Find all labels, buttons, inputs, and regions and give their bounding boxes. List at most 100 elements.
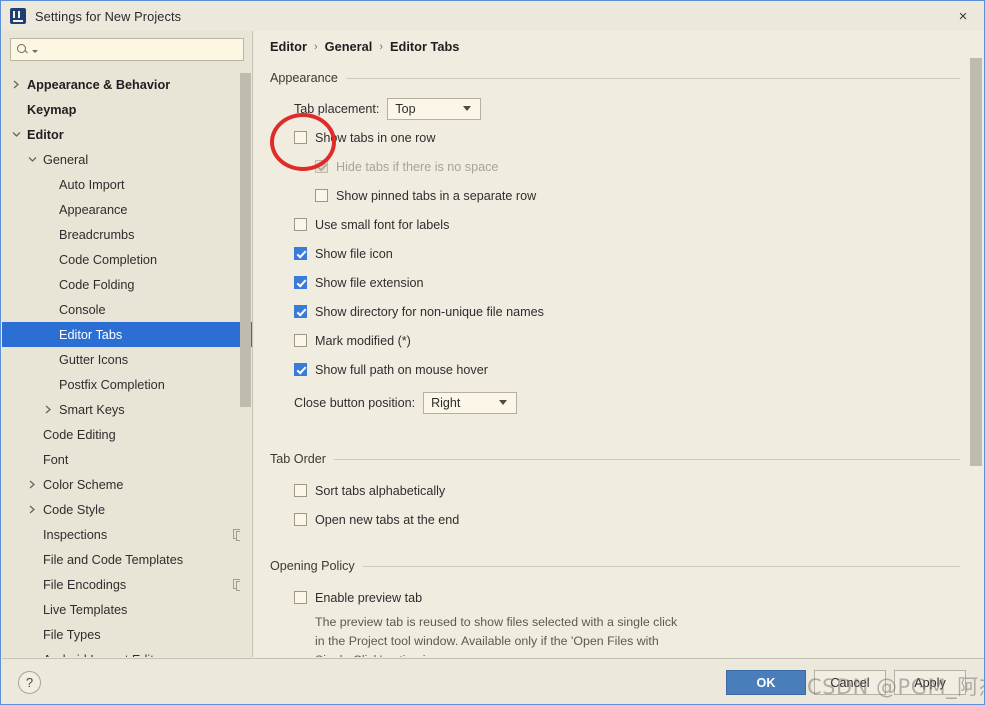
breadcrumb-item-editor-tabs: Editor Tabs: [389, 39, 460, 54]
section-tab-order: Tab Order Sort tabs alphabetically Open n…: [270, 451, 960, 534]
search-container: [2, 31, 252, 61]
breadcrumb-item-general[interactable]: General: [325, 39, 373, 54]
sidebar-item-general[interactable]: General: [2, 147, 252, 172]
sidebar-item-code-completion[interactable]: Code Completion: [2, 247, 252, 272]
sidebar-item-color-scheme[interactable]: Color Scheme: [2, 472, 252, 497]
checkbox-label[interactable]: Show file extension: [315, 276, 424, 290]
option-row: Mark modified (*): [270, 326, 960, 355]
close-button-position-row: Close button position: Right: [270, 388, 960, 417]
chevron-down-icon[interactable]: [26, 156, 39, 163]
close-button-position-dropdown[interactable]: Right: [423, 391, 518, 414]
checkbox-sort-tabs-alphabetically[interactable]: [294, 484, 307, 497]
option-row: Use small font for labels: [270, 210, 960, 239]
checkbox-label[interactable]: Mark modified (*): [315, 334, 411, 348]
title-bar: Settings for New Projects ×: [1, 1, 984, 31]
chevron-right-icon[interactable]: [42, 405, 55, 414]
sidebar-item-android-layout-editor[interactable]: Android Layout Editor: [2, 647, 252, 658]
sidebar-item-label: Keymap: [27, 102, 77, 117]
option-row: Sort tabs alphabetically: [270, 476, 960, 505]
sidebar-item-live-templates[interactable]: Live Templates: [2, 597, 252, 622]
option-row: Enable preview tab: [270, 583, 960, 612]
sidebar-item-label: Gutter Icons: [59, 352, 129, 367]
sidebar-item-label: Font: [43, 452, 69, 467]
sidebar-item-keymap[interactable]: Keymap: [2, 97, 252, 122]
chevron-right-icon[interactable]: [10, 80, 23, 89]
sidebar-item-font[interactable]: Font: [2, 447, 252, 472]
sidebar-item-label: Android Layout Editor: [43, 653, 165, 658]
sidebar-item-label: File Types: [43, 627, 101, 642]
window-title: Settings for New Projects: [35, 8, 182, 24]
option-row: Show tabs in one row: [270, 123, 960, 152]
checkbox-open-new-tabs-at-the-end[interactable]: [294, 513, 307, 526]
sidebar-item-smart-keys[interactable]: Smart Keys: [2, 397, 252, 422]
tab-placement-dropdown[interactable]: Top: [387, 97, 482, 120]
checkbox-label[interactable]: Open new tabs at the end: [315, 513, 459, 527]
sidebar-item-file-encodings[interactable]: File Encodings: [2, 572, 252, 597]
breadcrumb-separator: ›: [313, 40, 318, 53]
sidebar-item-file-and-code-templates[interactable]: File and Code Templates: [2, 547, 252, 572]
checkbox-label[interactable]: Sort tabs alphabetically: [315, 484, 445, 498]
cancel-button[interactable]: Cancel: [814, 670, 886, 695]
tab-placement-row: Tab placement: Top: [270, 94, 960, 123]
section-title: Opening Policy: [270, 559, 355, 573]
help-button[interactable]: ?: [18, 671, 41, 694]
option-row: Show file icon: [270, 239, 960, 268]
sidebar-item-code-editing[interactable]: Code Editing: [2, 422, 252, 447]
checkbox-show-full-path-on-mouse-hover[interactable]: [294, 363, 307, 376]
checkbox-hide-tabs-if-there-is-no-space: [315, 160, 328, 173]
sidebar-item-editor-tabs[interactable]: Editor Tabs: [2, 322, 252, 347]
sidebar-item-postfix-completion[interactable]: Postfix Completion: [2, 372, 252, 397]
sidebar-item-label: Code Folding: [59, 277, 135, 292]
checkbox-label[interactable]: Show full path on mouse hover: [315, 363, 488, 377]
content-scrollbar-thumb[interactable]: [970, 58, 982, 466]
checkbox-label[interactable]: Enable preview tab: [315, 591, 422, 605]
sidebar-item-appearance-behavior[interactable]: Appearance & Behavior: [2, 72, 252, 97]
chevron-right-icon[interactable]: [26, 505, 39, 514]
section-opening-policy: Opening Policy Enable preview tab The pr…: [270, 558, 960, 657]
sidebar-item-code-folding[interactable]: Code Folding: [2, 272, 252, 297]
sidebar-item-breadcrumbs[interactable]: Breadcrumbs: [2, 222, 252, 247]
sidebar-item-gutter-icons[interactable]: Gutter Icons: [2, 347, 252, 372]
sidebar-item-label: File and Code Templates: [43, 552, 184, 567]
sidebar-scrollbar-thumb[interactable]: [240, 73, 251, 407]
sidebar-item-label: Code Editing: [43, 427, 116, 442]
sidebar-item-label: Color Scheme: [43, 477, 124, 492]
option-row: Show full path on mouse hover: [270, 355, 960, 384]
close-icon[interactable]: ×: [952, 6, 974, 26]
sidebar-item-file-types[interactable]: File Types: [2, 622, 252, 647]
checkbox-label[interactable]: Show pinned tabs in a separate row: [336, 189, 536, 203]
sidebar-item-inspections[interactable]: Inspections: [2, 522, 252, 547]
sidebar-item-label: Console: [59, 302, 106, 317]
chevron-down-icon[interactable]: [10, 131, 23, 138]
chevron-right-icon[interactable]: [26, 480, 39, 489]
checkbox-mark-modified[interactable]: [294, 334, 307, 347]
section-divider: [345, 77, 960, 79]
checkbox-label[interactable]: Show file icon: [315, 247, 393, 261]
sidebar-item-appearance[interactable]: Appearance: [2, 197, 252, 222]
checkbox-show-tabs-in-one-row[interactable]: [294, 131, 307, 144]
sidebar-item-label: Live Templates: [43, 602, 128, 617]
checkbox-label[interactable]: Show tabs in one row: [315, 131, 435, 145]
checkbox-show-directory-for-non-unique-file-names[interactable]: [294, 305, 307, 318]
sidebar-item-label: Appearance: [59, 202, 128, 217]
option-row: Hide tabs if there is no space: [270, 152, 960, 181]
checkbox-use-small-font-for-labels[interactable]: [294, 218, 307, 231]
checkbox-show-file-extension[interactable]: [294, 276, 307, 289]
checkbox-show-file-icon[interactable]: [294, 247, 307, 260]
sidebar-item-label: Smart Keys: [59, 402, 125, 417]
sidebar-item-auto-import[interactable]: Auto Import: [2, 172, 252, 197]
breadcrumb-item-editor[interactable]: Editor: [270, 39, 307, 54]
ok-button[interactable]: OK: [726, 670, 806, 695]
sidebar-item-editor[interactable]: Editor: [2, 122, 252, 147]
checkbox-label[interactable]: Show directory for non-unique file names: [315, 305, 544, 319]
checkbox-enable-preview-tab[interactable]: [294, 591, 307, 604]
apply-button[interactable]: Apply: [894, 670, 966, 695]
sidebar-item-code-style[interactable]: Code Style: [2, 497, 252, 522]
checkbox-show-pinned-tabs-in-a-separate-row[interactable]: [315, 189, 328, 202]
checkbox-label[interactable]: Use small font for labels: [315, 218, 449, 232]
search-box[interactable]: [10, 38, 244, 61]
search-icon: [16, 43, 29, 56]
dialog-footer: ? OK Cancel Apply: [2, 658, 984, 704]
sidebar-item-console[interactable]: Console: [2, 297, 252, 322]
search-input[interactable]: [38, 40, 238, 59]
